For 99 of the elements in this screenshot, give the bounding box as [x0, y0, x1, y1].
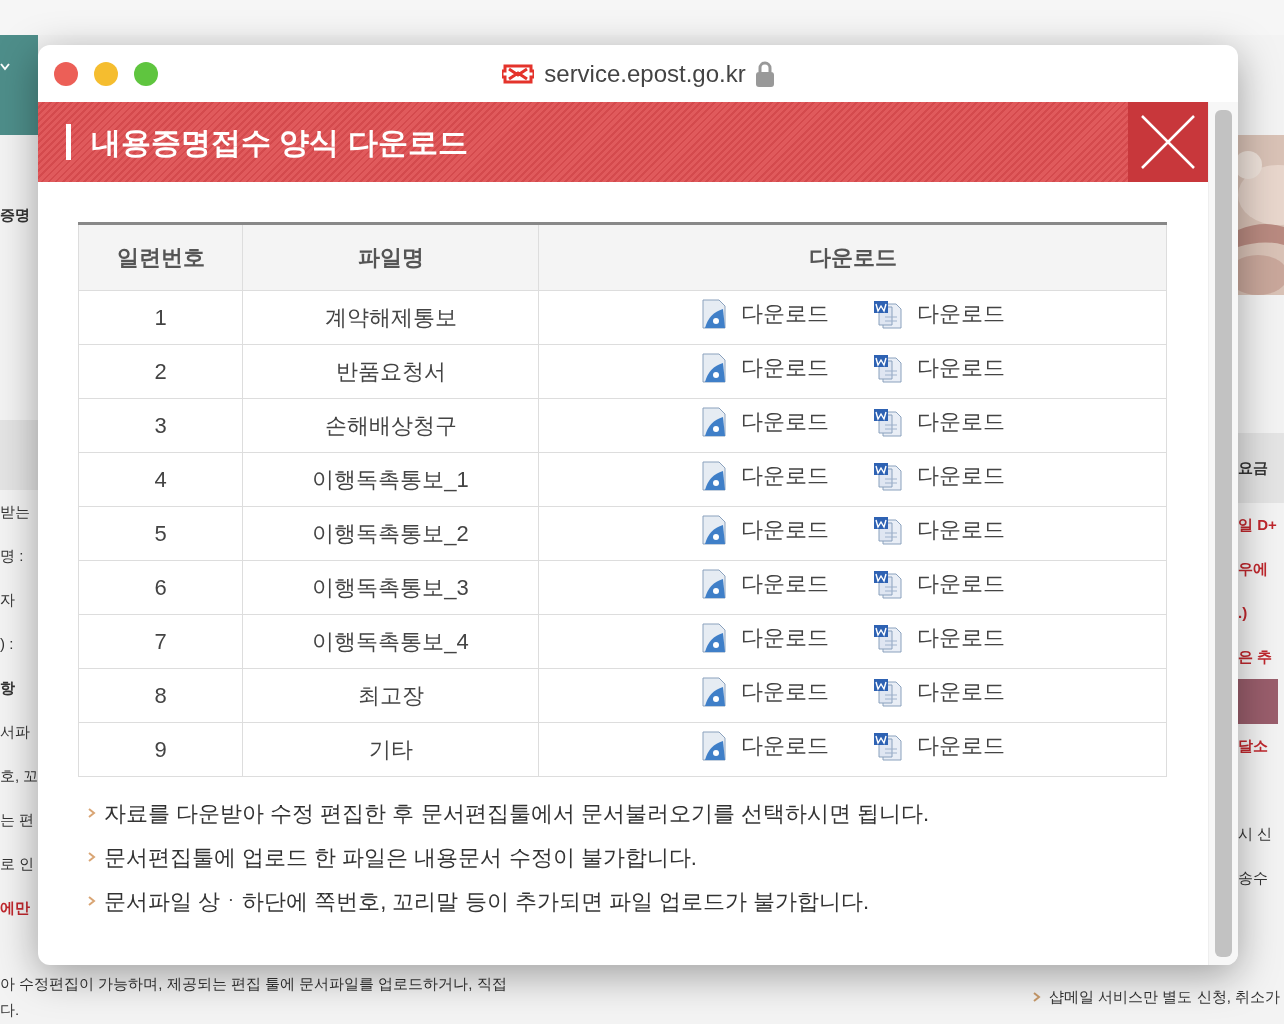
- chevron-icon: [88, 852, 96, 862]
- documents-icon: [872, 514, 903, 545]
- documents-icon: [872, 568, 903, 599]
- documents-icon: [872, 406, 903, 437]
- table-cell: 9: [78, 722, 243, 777]
- document-icon: [700, 730, 727, 761]
- text-fragment: 서파: [0, 722, 31, 742]
- column-header: 다운로드: [538, 223, 1167, 291]
- text-fragment: 송수: [1238, 868, 1269, 888]
- documents-icon: [872, 730, 903, 761]
- text-fragment: 우에: [1238, 559, 1269, 579]
- table-cell: 8: [78, 668, 243, 723]
- note-text: 자료를 다운받아 수정 편집한 후 문서편집툴에서 문서불러오기를 선택하시면 됩니다.: [104, 799, 929, 828]
- column-header: 파일명: [242, 223, 539, 291]
- download-link[interactable]: 다운로드: [700, 297, 829, 331]
- document-icon: [700, 460, 727, 491]
- download-link[interactable]: 다운로드: [872, 675, 1005, 709]
- text-fragment: 받는: [0, 502, 31, 522]
- paragraph-text: 다.: [0, 1000, 21, 1020]
- download-link[interactable]: 다운로드: [700, 567, 829, 601]
- text-fragment: 는 편: [0, 810, 36, 830]
- title-bar-mark: [66, 124, 71, 160]
- table-cell: 계약해제통보: [242, 290, 539, 345]
- text-fragment: 항: [0, 678, 16, 698]
- text-fragment: 로 인: [0, 854, 36, 874]
- heading-text: 증명: [0, 205, 31, 225]
- download-link[interactable]: 다운로드: [700, 459, 829, 493]
- document-icon: [700, 406, 727, 437]
- chevron-icon: [88, 896, 96, 906]
- close-button[interactable]: [1128, 102, 1208, 182]
- text-fragment: 에만: [0, 898, 31, 918]
- chevron-icon[interactable]: [0, 63, 10, 71]
- download-link[interactable]: 다운로드: [872, 621, 1005, 655]
- note-text: 문서파일 상ㆍ하단에 쪽번호, 꼬리말 등이 추가되면 파일 업로드가 불가합니다.: [104, 887, 870, 916]
- column-header: 일련번호: [78, 223, 243, 291]
- chevron-icon: [88, 808, 96, 818]
- zoom-button[interactable]: [134, 61, 158, 86]
- download-link[interactable]: 다운로드: [700, 513, 829, 547]
- close-icon: [1141, 115, 1195, 169]
- chevron-icon: [1033, 992, 1042, 1002]
- close-button[interactable]: [54, 61, 78, 86]
- documents-icon: [872, 298, 903, 329]
- document-icon: [700, 298, 727, 329]
- documents-icon: [872, 352, 903, 383]
- download-link[interactable]: 다운로드: [872, 729, 1005, 763]
- table-cell: 6: [78, 560, 243, 615]
- download-link[interactable]: 다운로드: [700, 729, 829, 763]
- text-fragment: ) :: [0, 634, 15, 654]
- documents-icon: [872, 622, 903, 653]
- download-link[interactable]: 다운로드: [872, 297, 1005, 331]
- text-fragment: 명 :: [0, 546, 25, 566]
- paragraph-text: 아 수정편집이 가능하며, 제공되는 편집 툴에 문서파일를 업로드하거나, 직접: [0, 974, 507, 994]
- text-fragment: 일 D+: [1238, 515, 1278, 535]
- table-cell: 이행독촉통보_2: [242, 506, 539, 561]
- document-icon: [700, 514, 727, 545]
- text-fragment: 호, 꼬: [0, 766, 38, 786]
- text-fragment: .): [1238, 603, 1249, 623]
- text-fragment: 자: [0, 590, 16, 610]
- table-cell: 1: [78, 290, 243, 345]
- minimize-button[interactable]: [94, 61, 118, 86]
- documents-icon: [872, 676, 903, 707]
- list-text: 샵메일 서비스만 별도 신청, 취소가: [1049, 986, 1280, 1007]
- download-link[interactable]: 다운로드: [872, 351, 1005, 385]
- document-icon: [700, 622, 727, 653]
- table-cell: 이행독촉통보_3: [242, 560, 539, 615]
- dialog-title: 내용증명접수 양식 다운로드: [91, 124, 468, 161]
- download-link[interactable]: 다운로드: [872, 405, 1005, 439]
- table-cell: 반품요청서: [242, 344, 539, 399]
- text-fragment: 은 추: [1238, 647, 1274, 667]
- text-fragment: 달소: [1238, 736, 1269, 756]
- text-fragment: 시 신: [1238, 824, 1274, 844]
- download-link[interactable]: 다운로드: [700, 621, 829, 655]
- table-cell: 기타: [242, 722, 539, 777]
- download-link[interactable]: 다운로드: [700, 675, 829, 709]
- table-cell: 2: [78, 344, 243, 399]
- url-text: service.epost.go.kr: [544, 58, 746, 89]
- table-cell: 이행독촉통보_4: [242, 614, 539, 669]
- table-cell: 7: [78, 614, 243, 669]
- table-cell: 5: [78, 506, 243, 561]
- note-text: 문서편집툴에 업로드 한 파일은 내용문서 수정이 불가합니다.: [104, 843, 697, 872]
- download-link[interactable]: 다운로드: [872, 513, 1005, 547]
- envelope-logo-icon: [502, 62, 535, 85]
- table-cell: 이행독촉통보_1: [242, 452, 539, 507]
- table-cell: 손해배상청구: [242, 398, 539, 453]
- document-icon: [700, 676, 727, 707]
- download-link[interactable]: 다운로드: [872, 567, 1005, 601]
- download-link[interactable]: 다운로드: [700, 405, 829, 439]
- heading-text: 요금: [1238, 458, 1268, 478]
- table-cell: 4: [78, 452, 243, 507]
- button[interactable]: [1238, 679, 1278, 724]
- table-cell: 최고장: [242, 668, 539, 723]
- download-link[interactable]: 다운로드: [872, 459, 1005, 493]
- table-cell: 3: [78, 398, 243, 453]
- download-link[interactable]: 다운로드: [700, 351, 829, 385]
- document-icon: [700, 352, 727, 383]
- documents-icon: [872, 460, 903, 491]
- header-band: [0, 420, 38, 490]
- scrollbar[interactable]: [1208, 102, 1238, 965]
- document-icon: [700, 568, 727, 599]
